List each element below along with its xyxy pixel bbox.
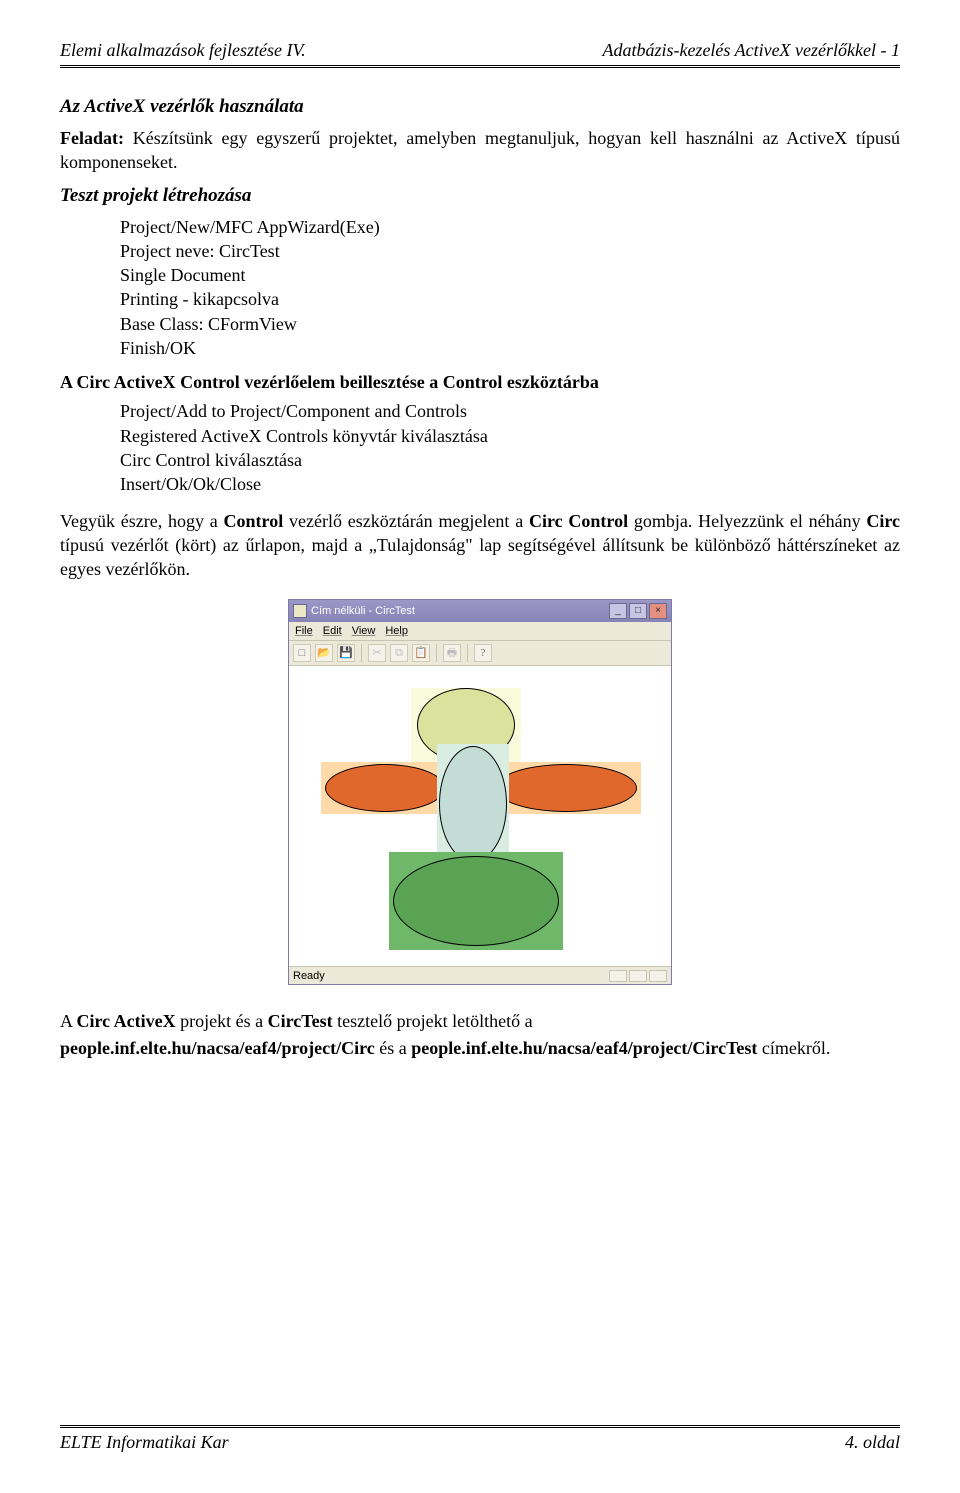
- footer-right: 4. oldal: [845, 1432, 900, 1453]
- client-area: [289, 666, 671, 966]
- step-line: Project/New/MFC AppWizard(Exe): [120, 215, 900, 239]
- minimize-button[interactable]: _: [609, 603, 627, 619]
- menu-view[interactable]: View: [352, 625, 376, 637]
- app-icon: [293, 604, 307, 618]
- label-feladat: Feladat:: [60, 128, 124, 148]
- text-task-body: Készítsünk egy egyszerű projektet, amely…: [60, 128, 900, 172]
- help-icon[interactable]: ?: [474, 644, 492, 662]
- step-line: Circ Control kiválasztása: [120, 448, 900, 472]
- header-right: Adatbázis-kezelés ActiveX vezérlőkkel - …: [602, 40, 900, 61]
- print-icon[interactable]: 🖶: [443, 644, 461, 662]
- toolbar-separator: [436, 644, 437, 662]
- save-icon[interactable]: 💾: [337, 644, 355, 662]
- status-pane: [629, 970, 647, 982]
- toolbar-separator: [467, 644, 468, 662]
- paragraph-observe: Vegyük észre, hogy a Control vezérlő esz…: [60, 509, 900, 582]
- paste-icon[interactable]: 📋: [412, 644, 430, 662]
- status-pane: [649, 970, 667, 982]
- heading-activex-usage: Az ActiveX vezérlők használata: [60, 96, 900, 118]
- menu-edit[interactable]: Edit: [323, 625, 342, 637]
- statusbar: Ready: [289, 966, 671, 984]
- close-button[interactable]: ×: [649, 603, 667, 619]
- step-line: Project neve: CircTest: [120, 239, 900, 263]
- status-pane: [609, 970, 627, 982]
- step-line: Printing - kikapcsolva: [120, 287, 900, 311]
- toolbar: □ 📂 💾 ✂ ⧉ 📋 🖶 ?: [289, 641, 671, 666]
- header-left: Elemi alkalmazások fejlesztése IV.: [60, 40, 306, 61]
- open-icon[interactable]: 📂: [315, 644, 333, 662]
- link-circtest: people.inf.elte.hu/nacsa/eaf4/project/Ci…: [411, 1038, 757, 1058]
- screenshot-circtest-window: Cím nélküli - CircTest _ □ × File Edit V…: [288, 599, 672, 985]
- new-icon[interactable]: □: [293, 644, 311, 662]
- footer-left: ELTE Informatikai Kar: [60, 1432, 229, 1453]
- paragraph-download-1: A Circ ActiveX projekt és a CircTest tes…: [60, 1009, 900, 1033]
- menu-file[interactable]: File: [295, 625, 313, 637]
- step-line: Project/Add to Project/Component and Con…: [120, 399, 900, 423]
- titlebar: Cím nélküli - CircTest _ □ ×: [289, 600, 671, 622]
- maximize-button[interactable]: □: [629, 603, 647, 619]
- paragraph-task: Feladat: Készítsünk egy egyszerű projekt…: [60, 126, 900, 175]
- step-line: Finish/OK: [120, 336, 900, 360]
- circ-control[interactable]: [439, 746, 507, 862]
- step-line: Registered ActiveX Controls könyvtár kiv…: [120, 424, 900, 448]
- steps-create-project: Project/New/MFC AppWizard(Exe) Project n…: [120, 215, 900, 361]
- window-title: Cím nélküli - CircTest: [311, 605, 415, 617]
- step-line: Single Document: [120, 263, 900, 287]
- circ-control[interactable]: [393, 856, 559, 946]
- paragraph-download-2: people.inf.elte.hu/nacsa/eaf4/project/Ci…: [60, 1036, 900, 1060]
- status-panes: [609, 970, 667, 982]
- step-line: Insert/Ok/Ok/Close: [120, 472, 900, 496]
- header-rule: [60, 65, 900, 68]
- cut-icon[interactable]: ✂: [368, 644, 386, 662]
- step-line: Base Class: CFormView: [120, 312, 900, 336]
- heading-test-project: Teszt projekt létrehozása: [60, 185, 900, 207]
- menubar: File Edit View Help: [289, 622, 671, 641]
- heading-insert-control: A Circ ActiveX Control vezérlőelem beill…: [60, 372, 900, 393]
- menu-help[interactable]: Help: [385, 625, 408, 637]
- link-circ: people.inf.elte.hu/nacsa/eaf4/project/Ci…: [60, 1038, 375, 1058]
- steps-insert-control: Project/Add to Project/Component and Con…: [120, 399, 900, 496]
- status-text: Ready: [293, 970, 325, 982]
- copy-icon[interactable]: ⧉: [390, 644, 408, 662]
- toolbar-separator: [361, 644, 362, 662]
